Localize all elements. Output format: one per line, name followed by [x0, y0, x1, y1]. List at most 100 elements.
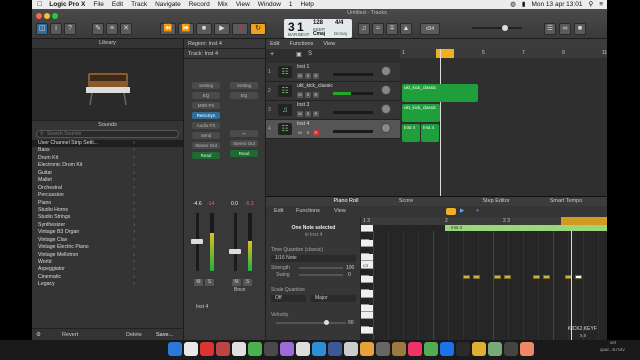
region-inst4-2[interactable]: Inst 4	[421, 124, 439, 142]
library-item[interactable]: Bass ›	[32, 147, 183, 154]
photos-icon[interactable]	[344, 342, 358, 356]
library-item[interactable]: Guitar ›	[32, 170, 183, 177]
preview-icon[interactable]	[296, 342, 310, 356]
strip2-automation-button[interactable]: Read	[230, 150, 258, 157]
library-item[interactable]: Vintage Electric Piano ›	[32, 244, 183, 251]
library-item[interactable]: Studio Horns ›	[32, 207, 183, 214]
midi-note[interactable]	[473, 275, 480, 279]
piano-keyboard[interactable]	[361, 225, 373, 340]
piano-key[interactable]	[361, 290, 373, 298]
region-inst4-1[interactable]: Inst 4	[402, 124, 420, 142]
library-item[interactable]: Drum Kit ›	[32, 155, 183, 162]
apple-icon[interactable]: 	[37, 0, 42, 9]
tab-smart-tempo[interactable]: Smart Tempo	[531, 197, 601, 206]
pr-marquee-icon[interactable]: +	[476, 206, 479, 217]
save-button[interactable]: Save...	[156, 329, 173, 340]
library-search-input[interactable]: ⚲ Search Sounds	[36, 130, 179, 138]
track-solo-button[interactable]: S	[305, 111, 311, 117]
library-item[interactable]: User Channel Strip Setti... ›	[32, 140, 183, 148]
menu-help[interactable]: Help	[301, 0, 314, 9]
solo-button[interactable]: ≈	[372, 23, 384, 35]
pr-catch-button[interactable]	[446, 208, 456, 215]
track-solo-button[interactable]: S	[305, 92, 311, 98]
scale-mode-select[interactable]: Major	[311, 295, 356, 302]
menu-view[interactable]: View	[236, 0, 250, 9]
toolbar-toggle-button[interactable]: ✎	[92, 23, 104, 35]
browser-button[interactable]: ■	[574, 23, 586, 35]
track-volume-slider[interactable]	[333, 111, 373, 114]
library-item[interactable]: Mallet ›	[32, 177, 183, 184]
mixer-button[interactable]: ≡	[106, 23, 118, 35]
track-record-button[interactable]: R	[313, 73, 319, 79]
library-item[interactable]: Piano ›	[32, 200, 183, 207]
cycle-region[interactable]	[436, 49, 454, 58]
midi-note[interactable]	[543, 275, 550, 279]
archive-icon[interactable]	[376, 342, 390, 356]
play-button[interactable]: ▶	[214, 23, 230, 35]
cpu-meter[interactable]: d34	[420, 23, 440, 35]
maps-icon[interactable]	[248, 342, 262, 356]
track-name[interactable]: Inst 4	[297, 121, 309, 127]
logic-icon[interactable]	[360, 342, 374, 356]
strip1-instrument-slot[interactable]: RetroSyn	[192, 112, 220, 119]
terminal-icon[interactable]	[264, 342, 278, 356]
strip2-setting-button[interactable]: Setting	[230, 82, 258, 89]
playhead[interactable]	[440, 49, 441, 196]
menu-navigate[interactable]: Navigate	[155, 0, 181, 9]
track-pan-knob[interactable]	[381, 104, 391, 114]
strip1-solo-button[interactable]: S	[205, 279, 214, 286]
tab-score[interactable]: Score	[381, 197, 431, 206]
delete-button[interactable]: Delete	[126, 329, 142, 340]
podcast-icon[interactable]	[280, 342, 294, 356]
global-solo-button[interactable]: S	[308, 51, 312, 57]
global-tracks-button[interactable]: ▣	[296, 51, 302, 58]
menu-record[interactable]: Record	[189, 0, 210, 9]
master-volume-slider[interactable]	[472, 25, 522, 31]
midi-note[interactable]	[494, 275, 501, 279]
tab-step-editor[interactable]: Step Editor	[466, 197, 526, 206]
safari-icon[interactable]	[184, 342, 198, 356]
library-toggle-button[interactable]: ◫	[36, 23, 48, 35]
piano-roll-grid[interactable]: 1 322 33 Inst 4 C3	[361, 217, 607, 340]
piano-key[interactable]	[361, 239, 373, 247]
track-row[interactable]: 2 ☷ ukt_kick_classic M S R	[266, 82, 400, 101]
piano-key[interactable]	[361, 319, 369, 327]
library-item[interactable]: Orchestral ›	[32, 185, 183, 192]
track-pan-knob[interactable]	[381, 66, 391, 76]
record-app-icon[interactable]	[200, 342, 214, 356]
track-name[interactable]: Inst 3	[297, 102, 309, 108]
mixer-app-icon[interactable]	[392, 342, 406, 356]
library-item[interactable]: Cinematic ›	[32, 274, 183, 281]
library-item[interactable]: Legacy ›	[32, 281, 183, 288]
track-pan-knob[interactable]	[381, 85, 391, 95]
strip1-setting-button[interactable]: Setting	[192, 82, 220, 89]
track-mute-button[interactable]: M	[297, 111, 303, 117]
pr-view-menu[interactable]: View	[334, 206, 346, 217]
stacks-icon[interactable]	[472, 342, 486, 356]
track-volume-slider[interactable]	[333, 92, 373, 95]
strip1-audio-fx-button[interactable]: Audio FX	[192, 122, 220, 129]
forward-button[interactable]: ⏩	[178, 23, 194, 35]
editors-button[interactable]: ✕	[120, 23, 132, 35]
add-track-icon[interactable]: +	[270, 51, 274, 58]
library-item[interactable]: Synthesizer ›	[32, 222, 183, 229]
library-item[interactable]: World ›	[32, 259, 183, 266]
track-mute-button[interactable]: M	[297, 73, 303, 79]
strip2-solo-button[interactable]: S	[243, 279, 252, 286]
region-inspector[interactable]: Region: Inst 4	[184, 39, 265, 49]
midi-note[interactable]	[575, 275, 582, 279]
strip2-eq-button[interactable]: EQ	[230, 92, 258, 99]
help-button[interactable]: ?	[64, 23, 76, 35]
clock[interactable]: Mon 13 apr 13:01	[531, 0, 582, 9]
library-item[interactable]: Arpeggiator ›	[32, 266, 183, 273]
track-volume-slider[interactable]	[333, 73, 373, 76]
piano-key[interactable]	[361, 326, 373, 334]
library-item[interactable]: Percussion ›	[32, 192, 183, 199]
track-name[interactable]: ukt_kick_classic	[297, 83, 333, 89]
menu-track[interactable]: Track	[131, 0, 147, 9]
extra-icon[interactable]	[520, 342, 534, 356]
midi-note[interactable]	[463, 275, 470, 279]
piano-key[interactable]	[361, 312, 373, 320]
revert-button[interactable]: Revert	[62, 329, 78, 340]
piano-key[interactable]	[361, 254, 373, 262]
